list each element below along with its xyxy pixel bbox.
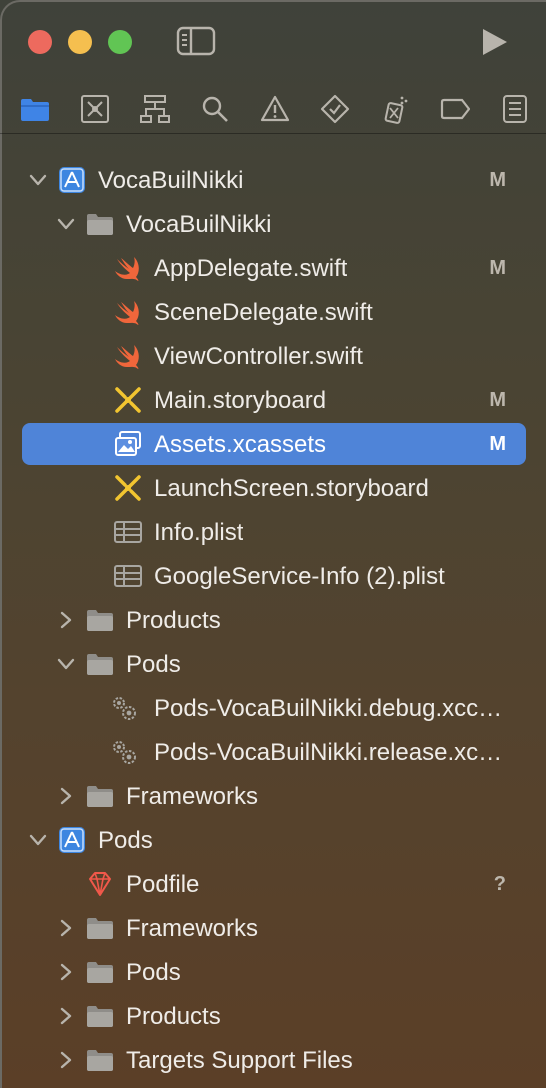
folder-icon bbox=[86, 958, 114, 986]
folder-icon bbox=[86, 1046, 114, 1074]
find-navigator-icon[interactable] bbox=[200, 94, 230, 124]
tree-row-label: Main.storyboard bbox=[154, 387, 327, 414]
source-control-icon[interactable] bbox=[80, 94, 110, 124]
breakpoint-navigator-icon[interactable] bbox=[440, 94, 471, 124]
storyboard-icon bbox=[114, 474, 142, 502]
debug-navigator-icon[interactable] bbox=[380, 94, 410, 124]
asset-catalog-icon bbox=[114, 430, 142, 458]
report-navigator-icon[interactable] bbox=[500, 94, 530, 124]
swift-file-icon bbox=[114, 298, 142, 326]
folder-icon bbox=[86, 210, 114, 238]
swift-file-icon bbox=[114, 254, 142, 282]
tree-row-label: Info.plist bbox=[154, 519, 244, 546]
status-badge: M bbox=[489, 389, 506, 411]
xcode-project-icon bbox=[58, 166, 86, 194]
tree-row-main-storyboard[interactable]: Main.storyboard M bbox=[0, 378, 546, 422]
chevron-right-icon[interactable] bbox=[56, 610, 76, 630]
tree-row-podfile[interactable]: Podfile ? bbox=[0, 862, 546, 906]
issue-navigator-icon[interactable] bbox=[260, 94, 290, 124]
tree-row-label: Podfile bbox=[126, 871, 200, 898]
tree-row-info-plist[interactable]: Info.plist bbox=[0, 510, 546, 554]
tree-row-label: Products bbox=[126, 1003, 221, 1030]
tree-row-assets-selected[interactable]: Assets.xcassets M bbox=[0, 422, 546, 466]
tree-row-pods-debug-xcconfig[interactable]: Pods-VocaBuilNikki.debug.xcconfig bbox=[0, 686, 546, 730]
title-bar bbox=[0, 0, 546, 80]
tree-row-label: Assets.xcassets bbox=[154, 431, 327, 458]
plist-icon bbox=[114, 562, 142, 590]
chevron-down-icon[interactable] bbox=[28, 830, 48, 850]
tree-row-label: Pods bbox=[98, 827, 153, 854]
plist-icon bbox=[114, 518, 142, 546]
tree-row-pods-products[interactable]: Products bbox=[0, 994, 546, 1038]
chevron-right-icon[interactable] bbox=[56, 1050, 76, 1070]
config-gear-icon bbox=[110, 694, 138, 722]
tree-row-label: Products bbox=[126, 607, 221, 634]
swift-file-icon bbox=[114, 342, 142, 370]
tree-row-label: Pods-VocaBuilNikki.release.xcconfig bbox=[154, 739, 506, 766]
chevron-right-icon[interactable] bbox=[56, 1006, 76, 1026]
navigator-selector-bar bbox=[0, 82, 546, 134]
close-button[interactable] bbox=[28, 30, 52, 54]
ruby-gem-icon bbox=[86, 870, 114, 898]
tree-row-appdelegate[interactable]: AppDelegate.swift M bbox=[0, 246, 546, 290]
tree-row-label: VocaBuilNikki bbox=[98, 167, 244, 194]
folder-icon bbox=[86, 606, 114, 634]
status-badge: ? bbox=[493, 873, 506, 895]
tree-row-targets-support-files[interactable]: Targets Support Files bbox=[0, 1038, 546, 1082]
chevron-down-icon[interactable] bbox=[28, 170, 48, 190]
tree-row-label: Pods bbox=[126, 651, 181, 678]
tree-row-frameworks[interactable]: Frameworks bbox=[0, 774, 546, 818]
tree-row-pods-release-xcconfig[interactable]: Pods-VocaBuilNikki.release.xcconfig bbox=[0, 730, 546, 774]
chevron-right-icon[interactable] bbox=[56, 962, 76, 982]
tree-row-label: LaunchScreen.storyboard bbox=[154, 475, 429, 502]
tree-row-label: SceneDelegate.swift bbox=[154, 299, 373, 326]
symbol-navigator-icon[interactable] bbox=[140, 94, 170, 124]
chevron-right-icon[interactable] bbox=[56, 918, 76, 938]
tree-row-products[interactable]: Products bbox=[0, 598, 546, 642]
folder-icon bbox=[86, 650, 114, 678]
project-navigator-icon[interactable] bbox=[20, 94, 50, 124]
tree-row-launchscreen[interactable]: LaunchScreen.storyboard bbox=[0, 466, 546, 510]
test-navigator-icon[interactable] bbox=[320, 94, 350, 124]
run-icon[interactable] bbox=[478, 26, 510, 58]
tree-row-label: VocaBuilNikki bbox=[126, 211, 272, 238]
tree-row-googleservice-plist[interactable]: GoogleService-Info (2).plist bbox=[0, 554, 546, 598]
folder-icon bbox=[86, 1002, 114, 1030]
folder-icon bbox=[86, 914, 114, 942]
tree-row-label: AppDelegate.swift bbox=[154, 255, 348, 282]
status-badge: M bbox=[489, 433, 506, 455]
minimize-button[interactable] bbox=[68, 30, 92, 54]
tree-row-label: ViewController.swift bbox=[154, 343, 363, 370]
sidebar-toggle-icon[interactable] bbox=[176, 26, 216, 56]
tree-row-viewcontroller[interactable]: ViewController.swift bbox=[0, 334, 546, 378]
tree-row-project-vocabuilnikki[interactable]: VocaBuilNikki M bbox=[0, 158, 546, 202]
tree-row-project-pods[interactable]: Pods bbox=[0, 818, 546, 862]
folder-icon bbox=[86, 782, 114, 810]
tree-row-label: Frameworks bbox=[126, 783, 259, 810]
tree-row-pods-pods[interactable]: Pods bbox=[0, 950, 546, 994]
zoom-button[interactable] bbox=[108, 30, 132, 54]
status-badge: M bbox=[489, 257, 506, 279]
tree-row-pods-frameworks[interactable]: Frameworks bbox=[0, 906, 546, 950]
tree-row-pods-group[interactable]: Pods bbox=[0, 642, 546, 686]
storyboard-icon bbox=[114, 386, 142, 414]
xcode-project-icon bbox=[58, 826, 86, 854]
tree-row-label: Pods-VocaBuilNikki.debug.xcconfig bbox=[154, 695, 506, 722]
chevron-down-icon[interactable] bbox=[56, 214, 76, 234]
tree-row-group-vocabuilnikki[interactable]: VocaBuilNikki bbox=[0, 202, 546, 246]
tree-row-label: GoogleService-Info (2).plist bbox=[154, 563, 445, 590]
tree-row-label: Frameworks bbox=[126, 915, 259, 942]
config-gear-icon bbox=[110, 738, 138, 766]
chevron-down-icon[interactable] bbox=[56, 654, 76, 674]
tree-row-label: Targets Support Files bbox=[126, 1047, 353, 1074]
tree-row-label: Pods bbox=[126, 959, 181, 986]
tree-row-scenedelegate[interactable]: SceneDelegate.swift bbox=[0, 290, 546, 334]
status-badge: M bbox=[489, 169, 506, 191]
chevron-right-icon[interactable] bbox=[56, 786, 76, 806]
